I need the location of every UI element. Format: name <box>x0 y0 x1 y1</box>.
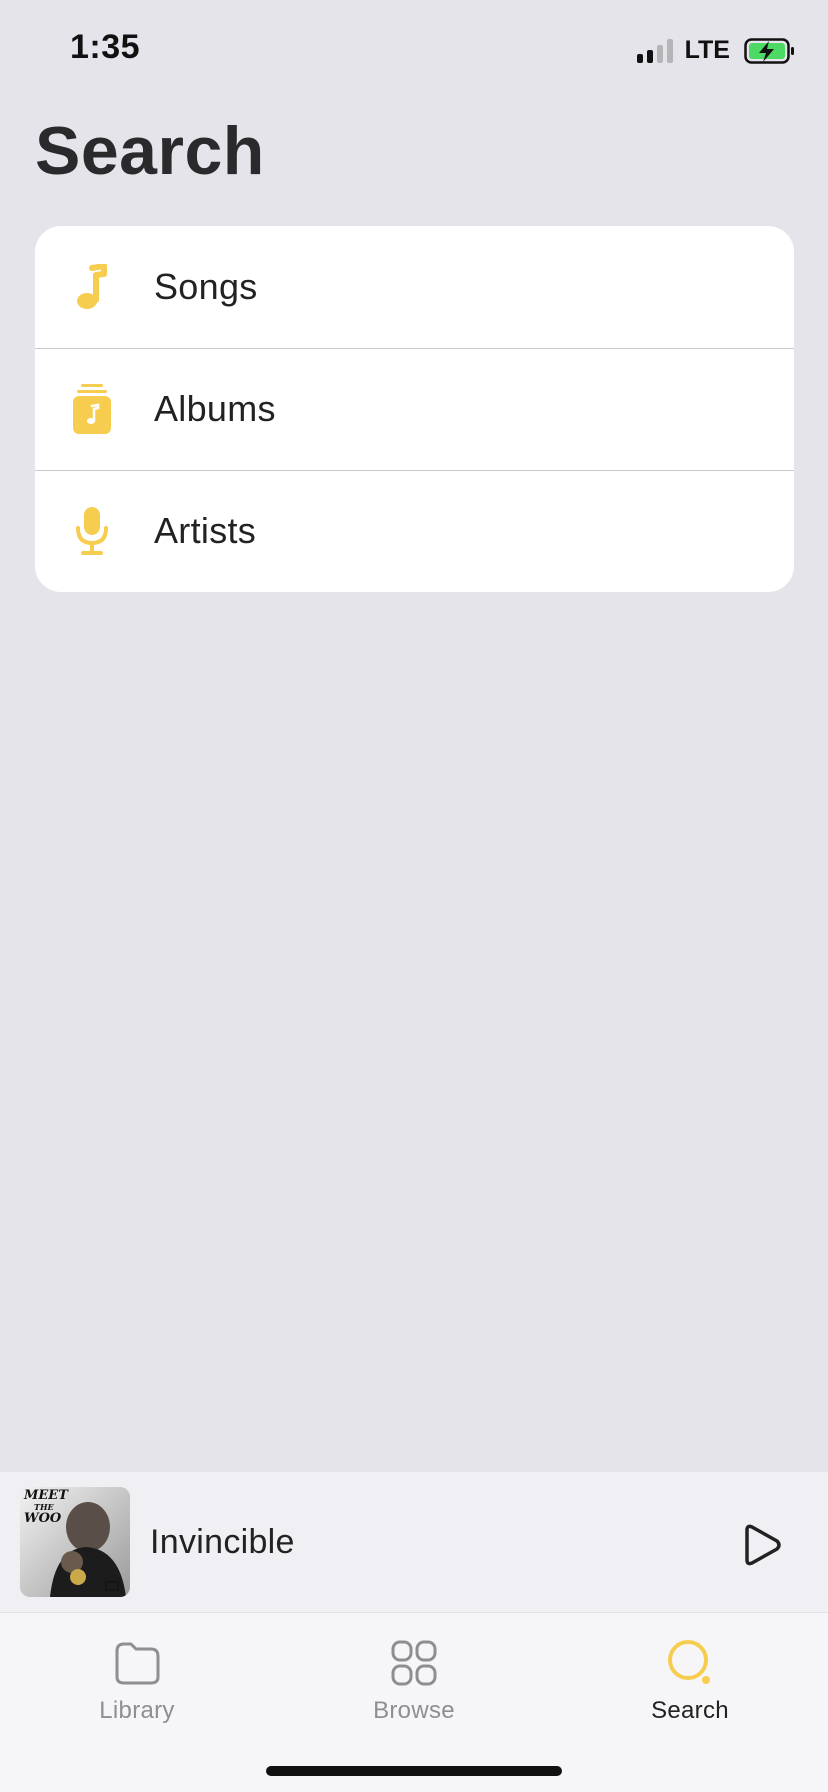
category-label: Albums <box>154 388 276 429</box>
grid-icon <box>391 1640 437 1686</box>
music-note-icon <box>62 257 122 317</box>
tab-browse[interactable]: Browse <box>314 1627 514 1727</box>
tab-label: Browse <box>373 1697 455 1724</box>
status-bar: 1:35 LTE <box>0 0 828 100</box>
tab-bar: Library Browse Search <box>0 1612 828 1792</box>
network-type: LTE <box>684 36 730 64</box>
search-icon <box>668 1640 710 1684</box>
microphone-icon <box>62 501 122 561</box>
folder-icon <box>115 1642 160 1685</box>
category-label: Songs <box>154 266 258 307</box>
album-art: MEET THE WOO <box>20 1487 130 1597</box>
track-title: Invincible <box>150 1522 295 1561</box>
category-row-albums[interactable]: Albums <box>35 348 794 470</box>
tab-library[interactable]: Library <box>37 1627 237 1727</box>
cellular-signal-icon <box>636 38 673 63</box>
album-art-text: MEET <box>24 1488 68 1503</box>
home-indicator <box>266 1766 562 1776</box>
tab-search[interactable]: Search <box>590 1627 790 1727</box>
category-row-songs[interactable]: Songs <box>35 226 794 348</box>
category-label: Artists <box>154 510 257 551</box>
tab-label: Search <box>651 1697 729 1724</box>
tab-label: Library <box>99 1697 175 1724</box>
album-art-text: WOO <box>24 1511 62 1526</box>
page-title: Search <box>35 113 265 189</box>
status-indicators: LTE <box>636 36 796 65</box>
play-button[interactable] <box>738 1522 784 1568</box>
status-time: 1:35 <box>70 28 141 66</box>
battery-charging-icon <box>744 37 794 64</box>
search-categories-list: Songs Albums Artists <box>35 226 794 592</box>
play-icon <box>745 1524 781 1566</box>
album-stack-icon <box>62 379 122 439</box>
screen: 1:35 LTE Search Songs Albums Artists MEE… <box>0 0 828 1792</box>
mini-player[interactable]: MEET THE WOO Invincible <box>0 1472 828 1612</box>
category-row-artists[interactable]: Artists <box>35 470 794 592</box>
